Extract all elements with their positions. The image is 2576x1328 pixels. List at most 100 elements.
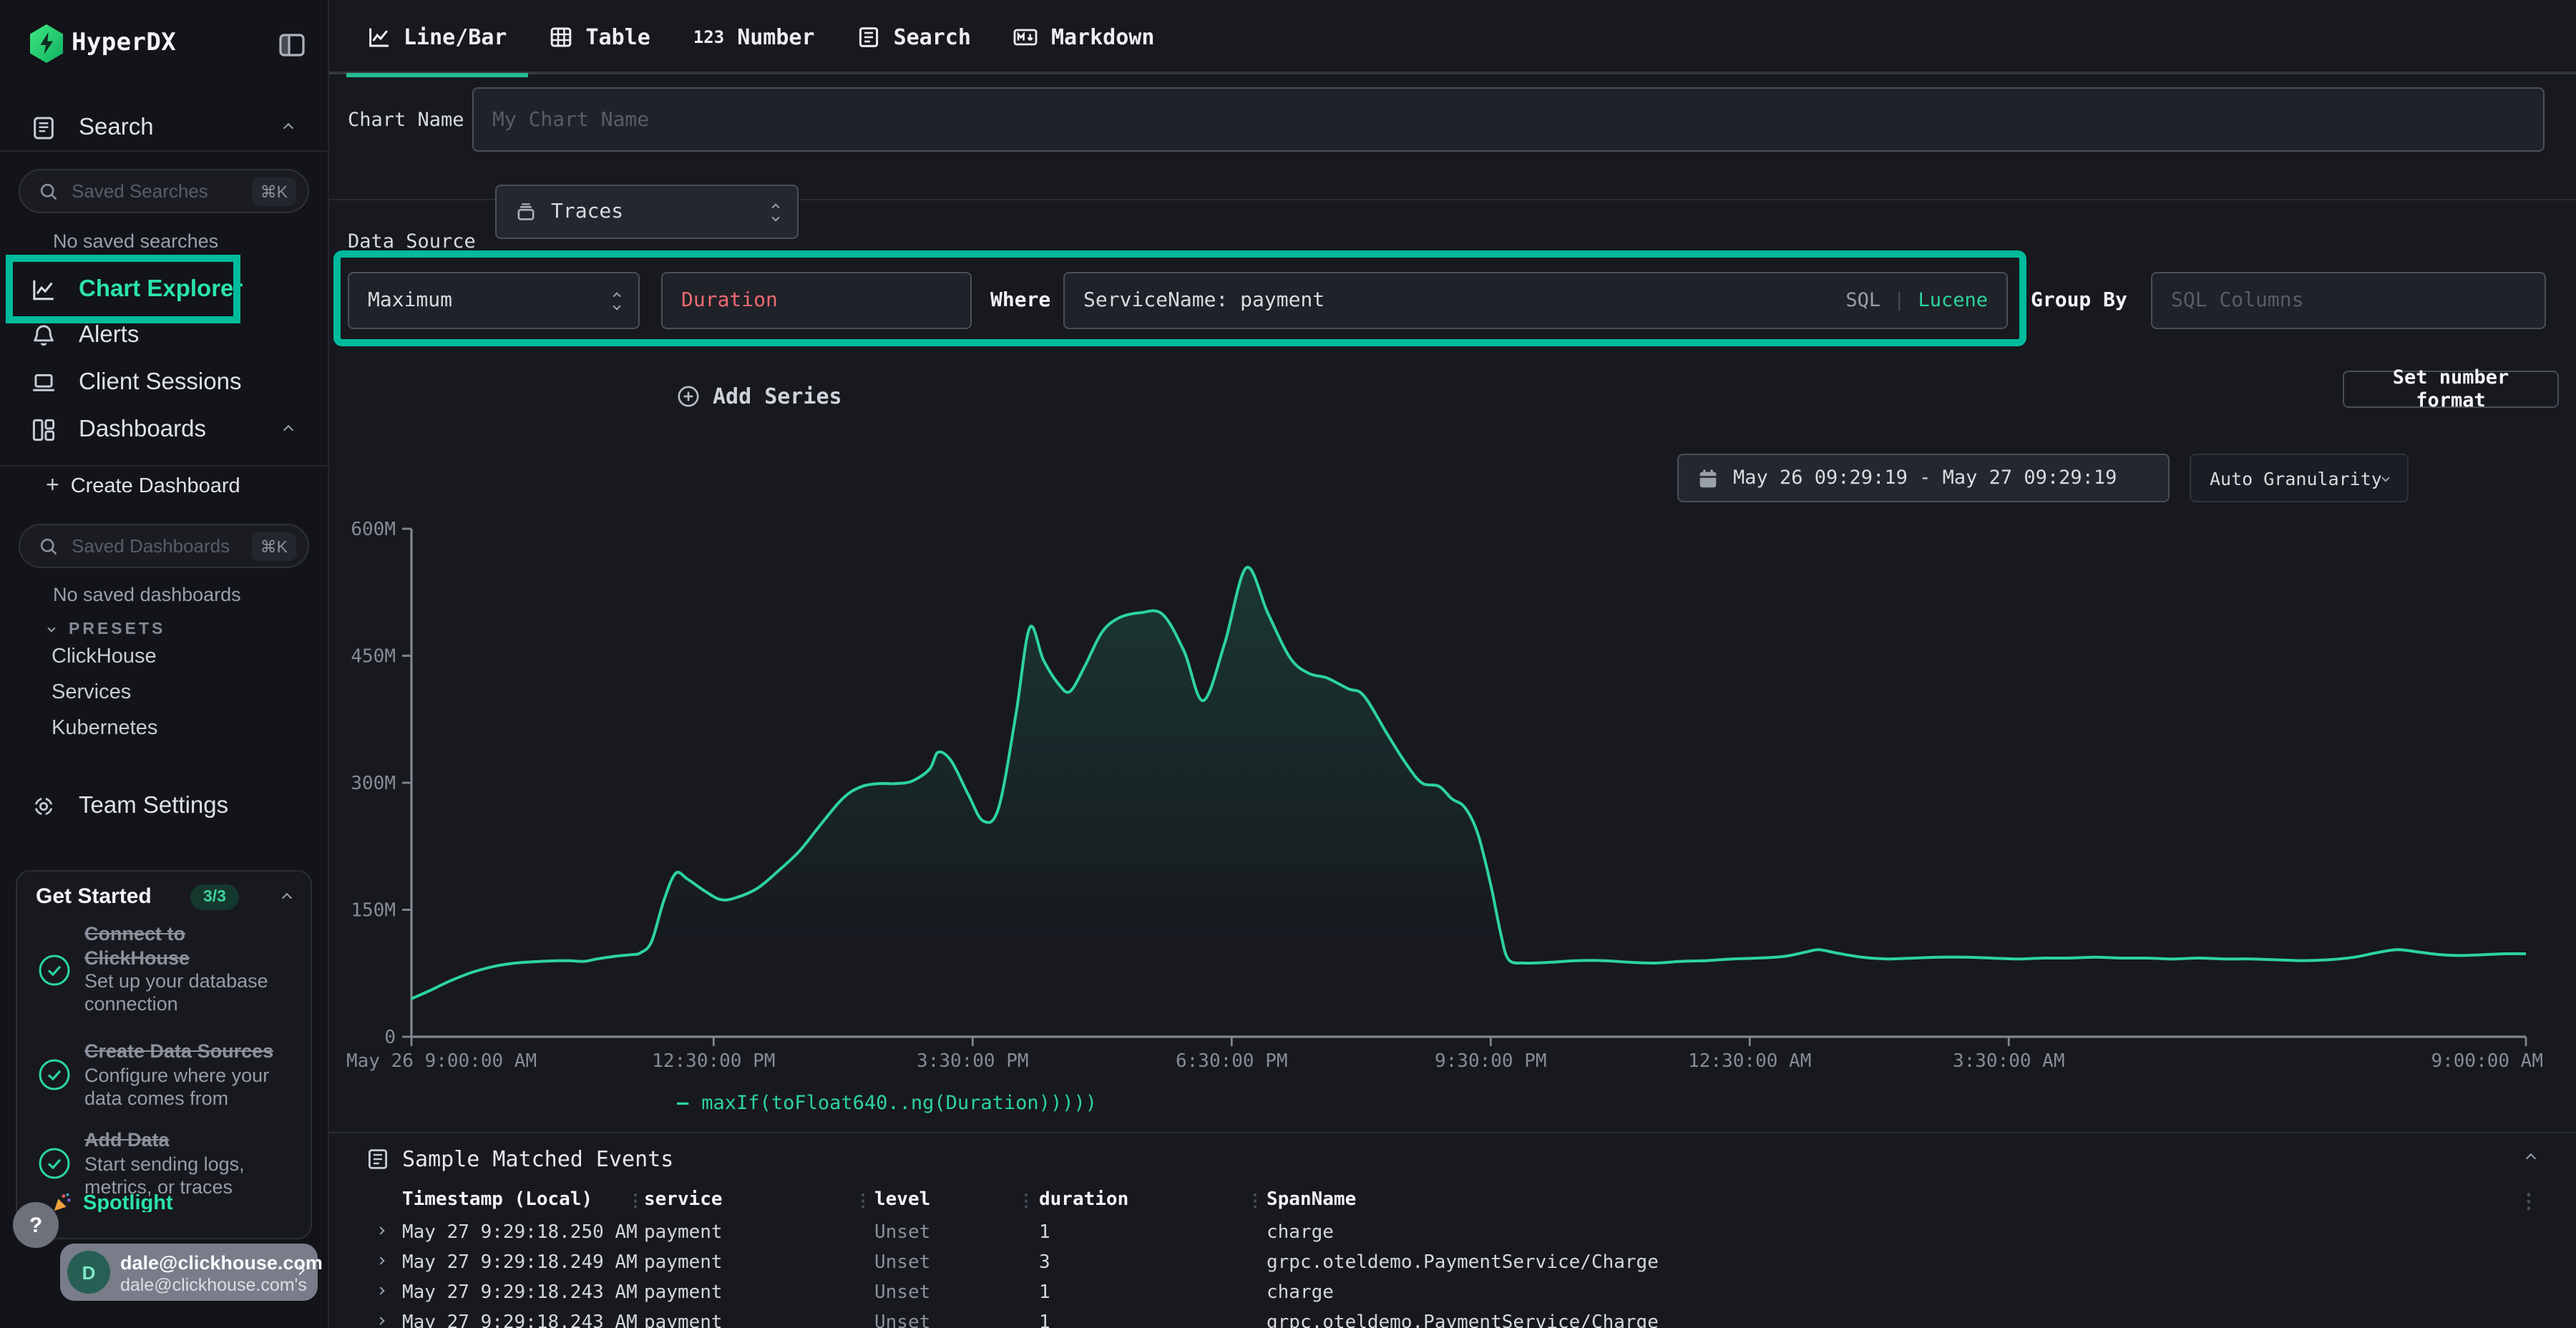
preset-kubernetes[interactable]: Kubernetes [52,717,157,740]
column-resize-handle[interactable]: ⋮ [627,1191,644,1211]
help-button[interactable]: ? [13,1202,59,1248]
tab-line-bar[interactable]: Line/Bar [346,0,529,74]
set-number-format-button[interactable]: Set number format [2343,371,2559,408]
user-menu[interactable]: D dale@clickhouse.com dale@clickhouse.co… [60,1244,318,1301]
column-header[interactable]: level [874,1189,930,1211]
chart-name-placeholder: My Chart Name [492,108,649,131]
legend-label: maxIf(toFloat640..ng(Duration))))) [701,1092,1097,1115]
sidebar-item-search[interactable]: Search [0,106,329,149]
where-input[interactable]: ServiceName: payment SQL | Lucene [1063,272,2008,329]
column-resize-handle[interactable]: ⋮ [854,1191,872,1211]
sidebar-item-alerts[interactable]: Alerts [0,313,329,356]
get-started-step[interactable]: Connect to ClickHouse Set up your databa… [37,923,298,1016]
cell-level: Unset [874,1312,930,1328]
tab-markdown[interactable]: Markdown [992,0,1176,74]
expand-row-icon[interactable] [376,1286,384,1294]
chart-type-tabs: Line/Bar Table 123 Number Search Markdow… [329,0,2576,74]
chart-legend[interactable]: — maxIf(toFloat640..ng(Duration))))) [677,1092,1097,1115]
sidebar-item-chart-explorer[interactable]: Chart Explorer [0,268,329,311]
sidebar-item-label: Client Sessions [79,368,241,396]
plus-icon: + [46,474,59,499]
preset-clickhouse[interactable]: ClickHouse [52,645,157,668]
tab-label: Search [894,24,971,50]
group-by-label: Group By [2031,289,2127,312]
granularity-select[interactable]: Auto Granularity [2190,454,2409,502]
field-input[interactable]: Duration [661,272,972,329]
create-dashboard-button[interactable]: + Create Dashboard [46,474,240,499]
sidebar-item-dashboards[interactable]: Dashboards [0,408,329,451]
cell-service: payment [644,1282,723,1304]
svg-text:6:30:00 PM: 6:30:00 PM [1176,1050,1288,1072]
expand-row-icon[interactable] [376,1317,384,1324]
column-resize-handle[interactable]: ⋮ [1018,1191,1035,1211]
get-started-step[interactable]: Create Data Sources Configure where your… [37,1040,298,1110]
tab-table[interactable]: Table [529,0,672,74]
column-header[interactable]: Timestamp (Local) [402,1189,592,1211]
column-resize-handle[interactable]: ⋮ [1246,1191,1264,1211]
cell-timestamp: May 27 9:29:18.250 AM [402,1222,638,1244]
group-by-input[interactable]: SQL Columns [2151,272,2546,329]
preset-services[interactable]: Services [52,681,131,704]
saved-dashboards-placeholder: Saved Dashboards [72,535,252,557]
cell-spanname: charge [1267,1282,1334,1304]
avatar-initial: D [82,1261,96,1283]
lucene-mode-toggle[interactable]: Lucene [1918,289,1988,312]
event-row[interactable]: May 27 9:29:18.243 AM payment Unset 1 gr… [338,1312,2570,1328]
column-header[interactable]: SpanName [1267,1189,1356,1211]
group-by-placeholder: SQL Columns [2171,289,2303,312]
saved-searches-input[interactable]: Saved Searches ⌘K [19,169,309,213]
sidebar-item-team-settings[interactable]: Team Settings [0,784,329,827]
cell-service: payment [644,1222,723,1244]
sidebar-item-label: Team Settings [79,792,228,819]
cell-spanname: grpc.oteldemo.PaymentService/Charge [1267,1252,1659,1274]
svg-text:150M: 150M [351,900,396,922]
sql-mode-toggle[interactable]: SQL [1845,289,1880,312]
list-icon [366,1148,389,1171]
chevron-up-icon[interactable] [282,893,292,903]
brand-name: HyperDX [72,29,176,57]
tab-search[interactable]: Search [836,0,992,74]
cell-timestamp: May 27 9:29:18.243 AM [402,1312,638,1328]
event-row[interactable]: May 27 9:29:18.243 AM payment Unset 1 ch… [338,1282,2570,1312]
sidebar-item-client-sessions[interactable]: Client Sessions [0,361,329,404]
svg-text:12:30:00 PM: 12:30:00 PM [652,1050,775,1072]
party-emoji-icon [52,1192,73,1212]
data-source-select[interactable]: Traces [495,185,799,239]
svg-text:May 26 9:00:00 AM: May 26 9:00:00 AM [346,1050,537,1072]
section-divider [329,1132,2576,1133]
partially-hidden-promo[interactable]: Spotlight [52,1192,173,1212]
expand-row-icon[interactable] [376,1256,384,1264]
no-saved-dashboards-text: No saved dashboards [53,584,241,605]
collapse-sidebar-icon[interactable] [279,33,305,57]
timeseries-chart[interactable]: 0150M300M450M600MMay 26 9:00:00 AM12:30:… [338,515,2550,1090]
date-range-picker[interactable]: May 26 09:29:19 - May 27 09:29:19 [1677,454,2170,502]
get-started-step[interactable]: Add Data Start sending logs, metrics, or… [37,1129,298,1198]
chart-name-label: Chart Name [348,109,464,132]
check-circle-icon [37,1147,72,1181]
step-title: Create Data Sources [84,1040,285,1064]
table-menu-icon[interactable]: ⋮ [2519,1191,2539,1214]
column-header[interactable]: service [644,1189,723,1211]
list-icon [858,26,881,49]
presets-label: PRESETS [69,621,165,638]
aggregation-select[interactable]: Maximum [348,272,640,329]
cell-duration: 1 [1039,1282,1050,1304]
search-icon [39,181,59,201]
expand-row-icon[interactable] [376,1226,384,1234]
event-row[interactable]: May 27 9:29:18.250 AM payment Unset 1 ch… [338,1222,2570,1251]
series-area-fill [411,567,2526,1037]
search-icon [39,536,59,556]
number-123-icon: 123 [693,27,724,47]
select-chevrons-icon [614,293,620,308]
saved-dashboards-input[interactable]: Saved Dashboards ⌘K [19,524,309,568]
chart-name-input[interactable]: My Chart Name [472,87,2545,152]
tab-number[interactable]: 123 Number [672,0,836,74]
add-series-button[interactable]: Add Series [677,384,842,409]
calendar-icon [1697,467,1719,489]
shortcut-badge: ⌘K [252,177,296,205]
event-row[interactable]: May 27 9:29:18.249 AM payment Unset 3 gr… [338,1252,2570,1281]
column-header[interactable]: duration [1039,1189,1128,1211]
shortcut-badge: ⌘K [252,532,296,560]
step-title: Connect to ClickHouse [84,923,285,970]
presets-toggle[interactable]: PRESETS [49,621,165,638]
